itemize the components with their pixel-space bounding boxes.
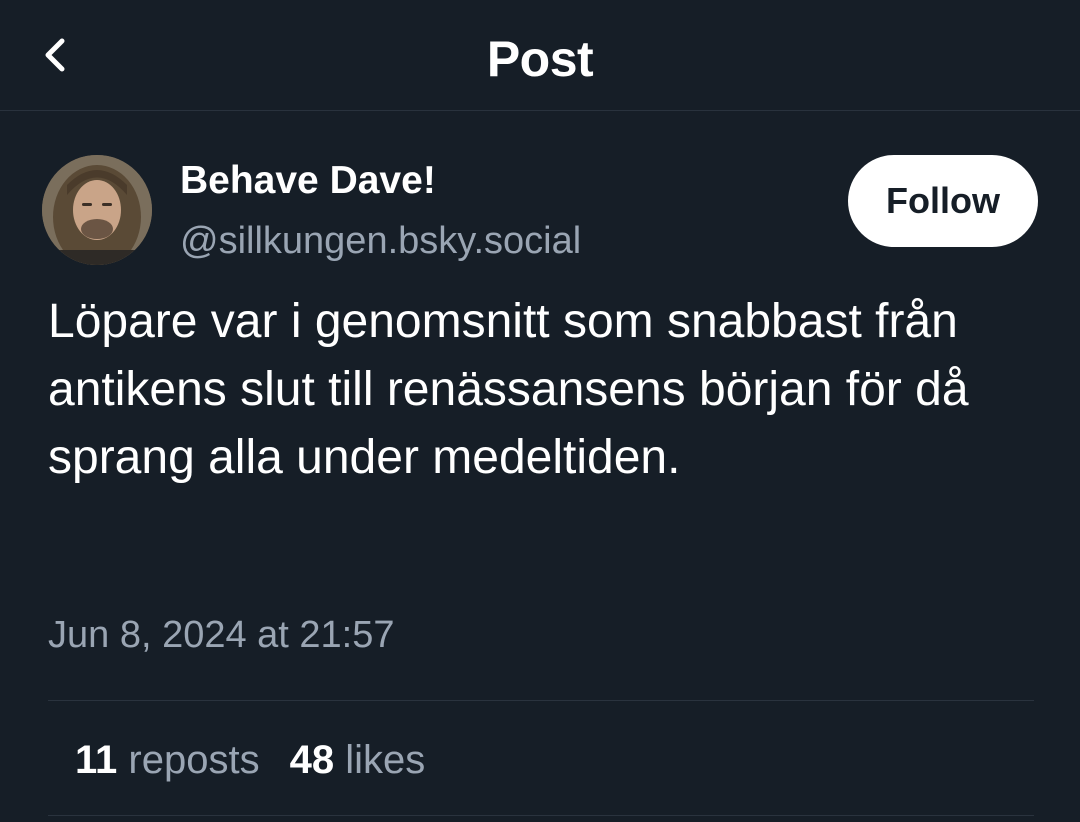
post-screen: Post Behave Dave! @sillkungen.bsky.socia…	[0, 0, 1080, 822]
top-bar: Post	[0, 0, 1080, 111]
avatar[interactable]	[42, 155, 152, 265]
likes-label: likes	[345, 738, 426, 782]
post-text: Löpare var i genomsnitt som snabbast frå…	[48, 295, 969, 484]
divider-top	[48, 700, 1034, 701]
reposts-count: 11	[75, 738, 129, 782]
author-name[interactable]: Behave Dave!	[180, 158, 436, 204]
post-timestamp: Jun 8, 2024 at 21:57	[48, 614, 395, 656]
reposts-label: reposts	[128, 738, 260, 782]
avatar-image	[42, 155, 152, 265]
likes-stat[interactable]: 48 likes	[290, 735, 426, 785]
likes-count: 48	[289, 738, 346, 782]
page-title: Post	[486, 31, 594, 87]
author-handle[interactable]: @sillkungen.bsky.social	[180, 218, 581, 264]
post-stats: 11 reposts 48 likes	[75, 735, 455, 785]
divider-bottom	[48, 815, 1034, 816]
follow-button[interactable]: Follow	[848, 155, 1038, 247]
reposts-stat[interactable]: 11 reposts	[75, 735, 260, 785]
